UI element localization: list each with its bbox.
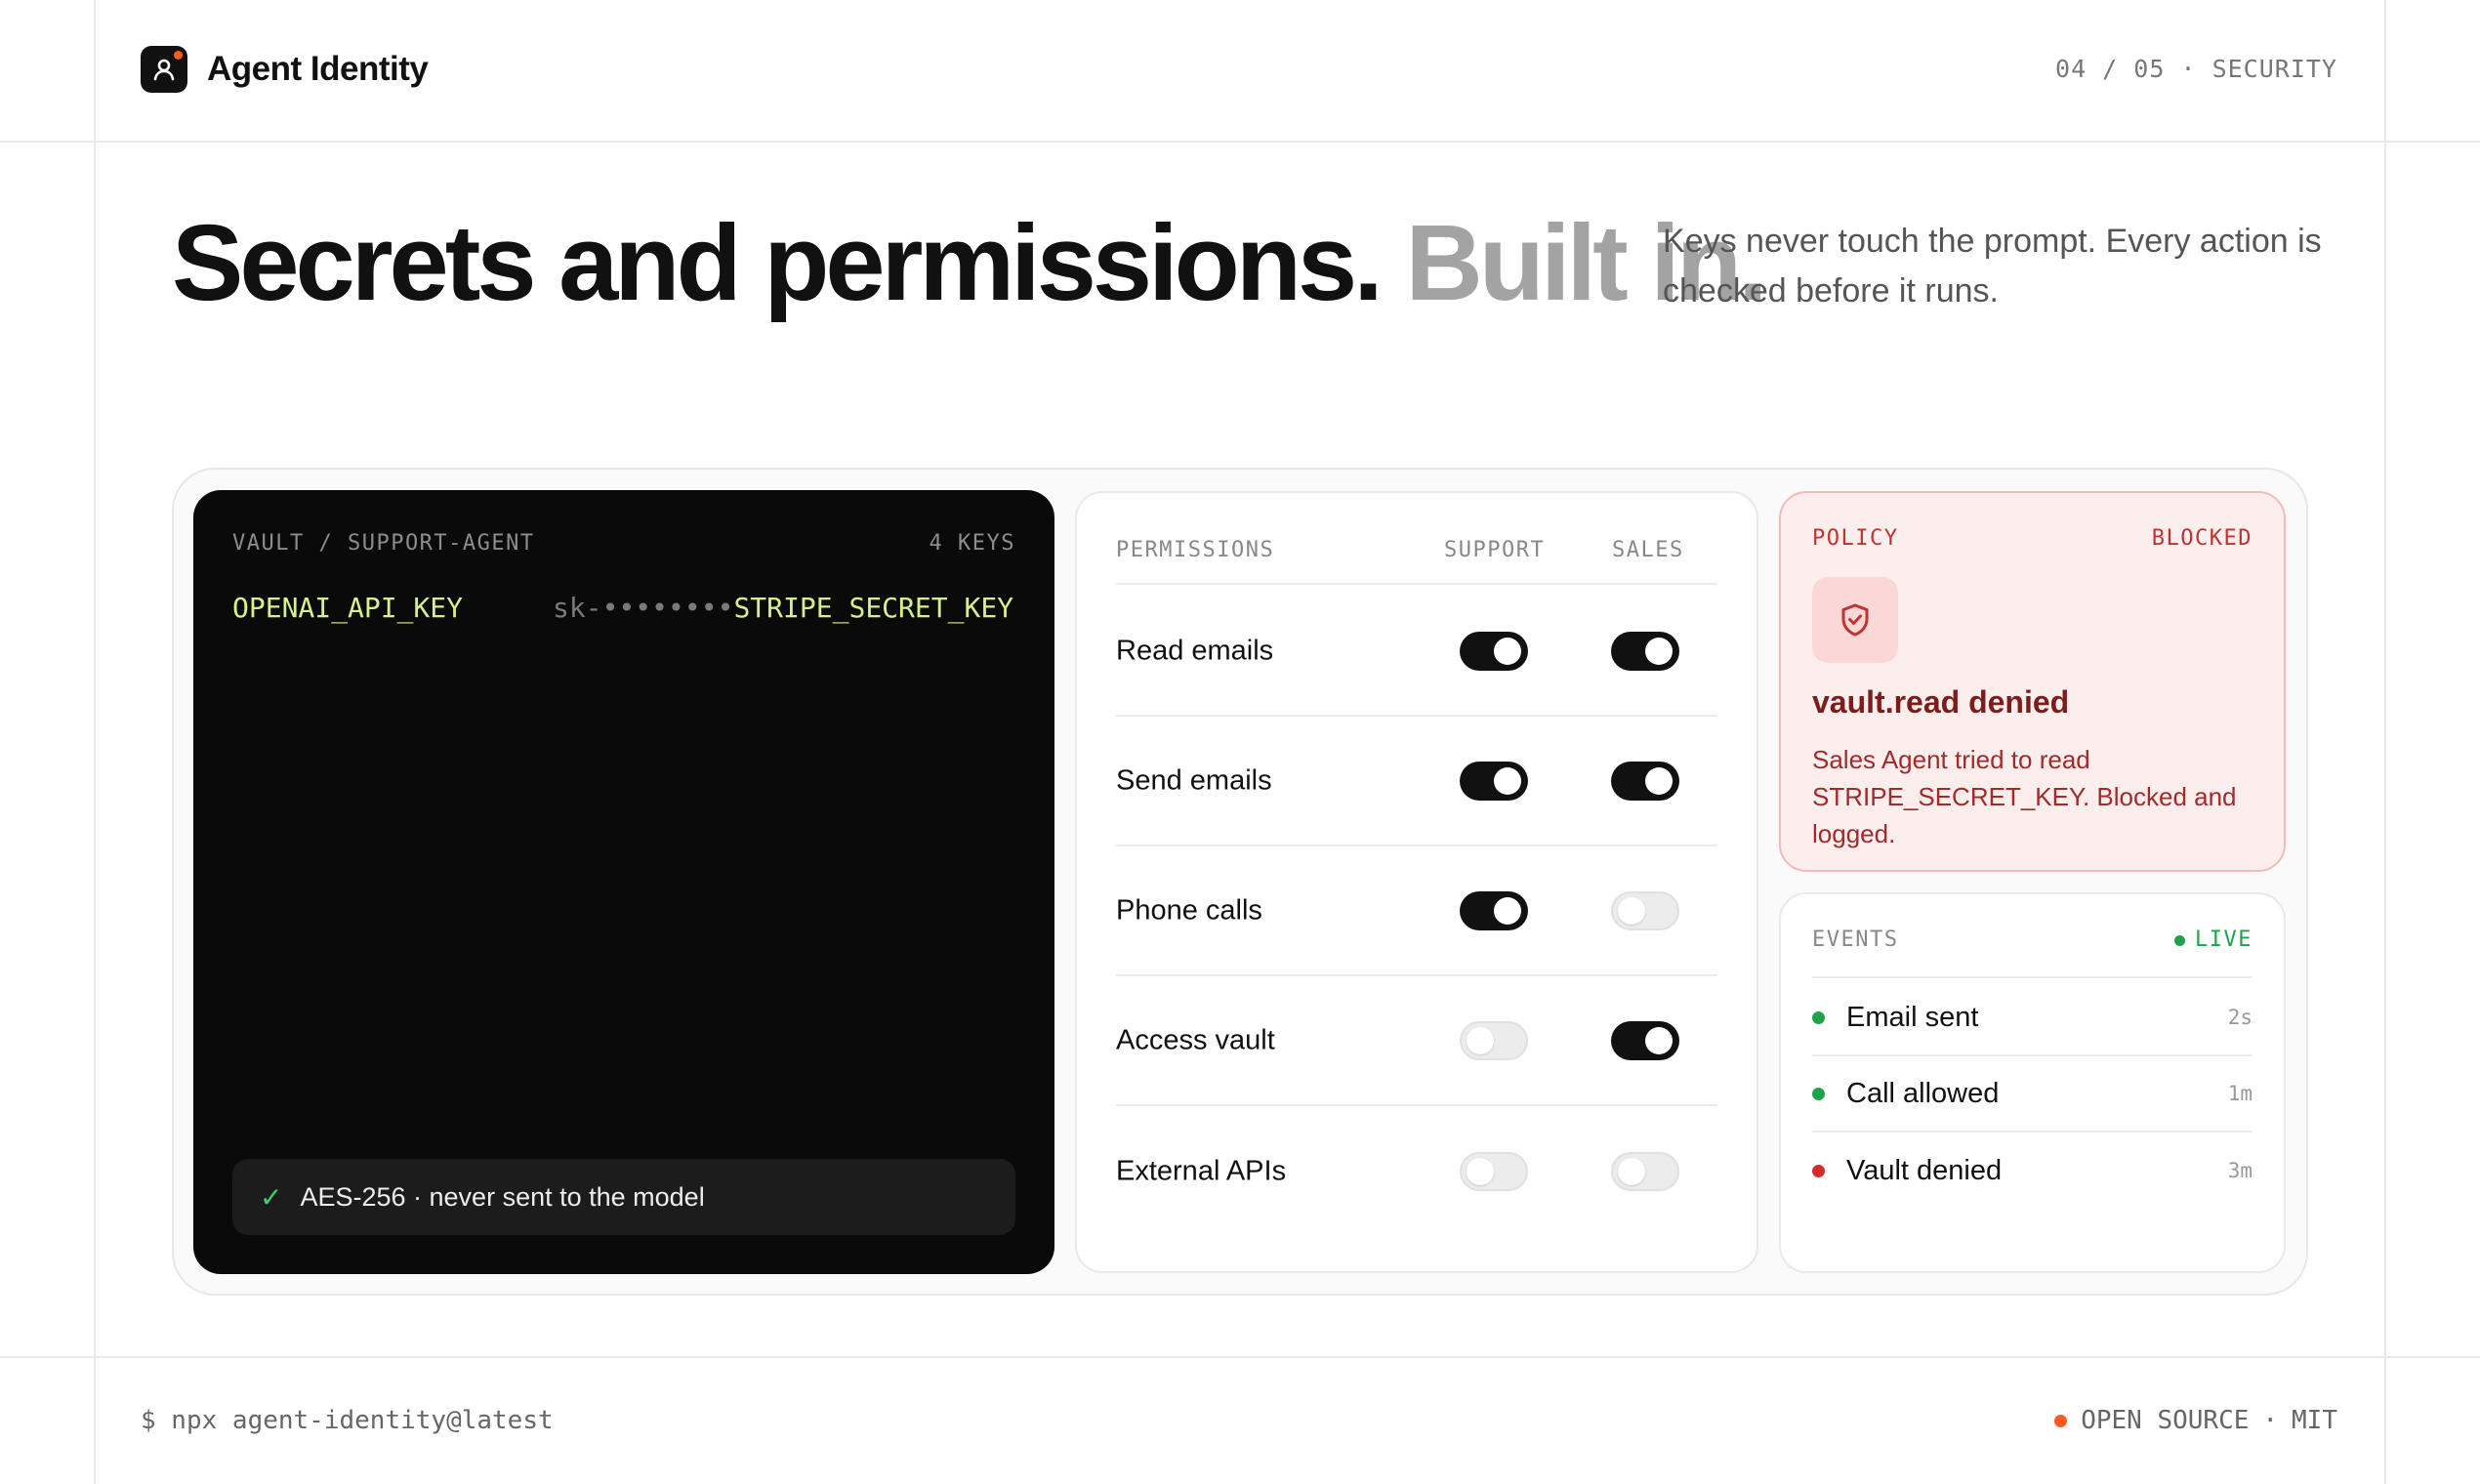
permission-row: Phone calls xyxy=(1116,846,1717,976)
vault-key-count: 4 KEYS xyxy=(929,531,1015,556)
toggle-support[interactable] xyxy=(1460,761,1528,801)
event-status-dot-icon xyxy=(1812,1164,1825,1177)
permission-row: Send emails xyxy=(1116,717,1717,846)
permissions-panel: PERMISSIONS SUPPORT SALES Read emails Sen… xyxy=(1075,491,1758,1273)
column-support: SUPPORT xyxy=(1444,538,1546,562)
permission-row: Read emails xyxy=(1116,587,1717,717)
frame-line-left xyxy=(94,0,96,1484)
permission-row: External APIs xyxy=(1116,1106,1717,1236)
toggle-knob xyxy=(1618,896,1645,925)
policy-status-badge: BLOCKED xyxy=(2151,526,2253,551)
event-row: Email sent 2s xyxy=(1812,980,2253,1056)
policy-description: Sales Agent tried to read STRIPE_SECRET_… xyxy=(1812,745,2237,848)
vault-key-name: STRIPE_SECRET_KEY xyxy=(733,592,1014,624)
toggle-sales[interactable] xyxy=(1611,761,1679,801)
permissions-header: PERMISSIONS SUPPORT SALES xyxy=(1116,534,1717,585)
vault-key-value: sk-•••••••• xyxy=(553,592,734,624)
shield-check-icon xyxy=(1812,577,1898,663)
live-dot-icon xyxy=(2174,935,2186,946)
vault-key-row: OPENAI_API_KEY sk-••••••••STRIPE_SECRET_K… xyxy=(232,592,1013,624)
vault-encryption-note: ✓ AES-256 · never sent to the model xyxy=(232,1159,1015,1235)
toggle-knob xyxy=(1645,637,1673,665)
agent-logo-icon xyxy=(141,46,187,93)
install-command[interactable]: $ npx agent-identity@latest xyxy=(141,1406,554,1435)
event-time: 2s xyxy=(2227,1006,2253,1029)
toggle-knob xyxy=(1618,1157,1645,1185)
toggle-knob xyxy=(1645,766,1673,795)
toggle-sales[interactable] xyxy=(1611,1151,1679,1191)
toggle-knob xyxy=(1467,1157,1494,1185)
vault-key-name: OPENAI_API_KEY xyxy=(232,592,464,624)
slide-indicator: 04 / 05 · SECURITY xyxy=(2055,55,2337,83)
toggle-support[interactable] xyxy=(1460,1151,1528,1191)
permission-label: External APIs xyxy=(1116,1155,1287,1186)
event-row: Call allowed 1m xyxy=(1812,1056,2253,1133)
event-status-dot-icon xyxy=(1812,1087,1825,1100)
frame-line-top xyxy=(0,141,2480,143)
event-label: Email sent xyxy=(1846,1001,1979,1033)
column-sales: SALES xyxy=(1612,538,1684,562)
page-title: Secrets and permissions. Built in. xyxy=(172,203,1768,323)
brand-name: Agent Identity xyxy=(207,50,429,88)
toggle-support[interactable] xyxy=(1460,631,1528,671)
permission-row: Access vault xyxy=(1116,976,1717,1106)
check-icon: ✓ xyxy=(260,1181,283,1213)
toggle-sales[interactable] xyxy=(1611,1020,1679,1060)
permission-label: Send emails xyxy=(1116,764,1272,796)
toggle-sales[interactable] xyxy=(1611,631,1679,671)
toggle-knob xyxy=(1494,896,1521,925)
events-card: EVENTS LIVE Email sent 2s Call allowed 1m Va… xyxy=(1779,892,2286,1273)
toggle-knob xyxy=(1494,766,1521,795)
permission-label: Phone calls xyxy=(1116,894,1262,926)
frame-line-bottom xyxy=(0,1356,2480,1358)
policy-label: POLICY xyxy=(1812,526,1899,551)
frame-line-right xyxy=(2384,0,2386,1484)
live-indicator: LIVE xyxy=(2174,928,2253,976)
status-dot-icon xyxy=(2054,1414,2068,1427)
events-header: EVENTS LIVE xyxy=(1812,928,2253,978)
license-info: OPEN SOURCE · MIT xyxy=(2054,1406,2337,1435)
permission-label: Read emails xyxy=(1116,635,1274,666)
toggle-support[interactable] xyxy=(1460,890,1528,930)
event-row: Vault denied 3m xyxy=(1812,1133,2253,1209)
toggle-sales[interactable] xyxy=(1611,890,1679,930)
toggle-knob xyxy=(1467,1026,1494,1054)
event-status-dot-icon xyxy=(1812,1010,1825,1024)
brand: Agent Identity xyxy=(141,46,429,93)
toggle-knob xyxy=(1645,1026,1673,1054)
event-time: 1m xyxy=(2227,1082,2253,1105)
policy-card: POLICY BLOCKED vault.read denied Sales A… xyxy=(1779,491,2286,872)
policy-title: vault.read denied xyxy=(1812,684,2070,720)
page-subtitle: Keys never touch the prompt. Every actio… xyxy=(1663,223,2322,309)
vault-panel: VAULT / SUPPORT-AGENT 4 KEYS OPENAI_API_… xyxy=(193,490,1054,1274)
event-time: 3m xyxy=(2227,1159,2253,1182)
vault-path: VAULT / SUPPORT-AGENT xyxy=(232,531,535,556)
permission-label: Access vault xyxy=(1116,1024,1275,1055)
toggle-support[interactable] xyxy=(1460,1020,1528,1060)
event-label: Call allowed xyxy=(1846,1077,2000,1109)
toggle-knob xyxy=(1494,637,1521,665)
event-label: Vault denied xyxy=(1846,1154,2003,1186)
